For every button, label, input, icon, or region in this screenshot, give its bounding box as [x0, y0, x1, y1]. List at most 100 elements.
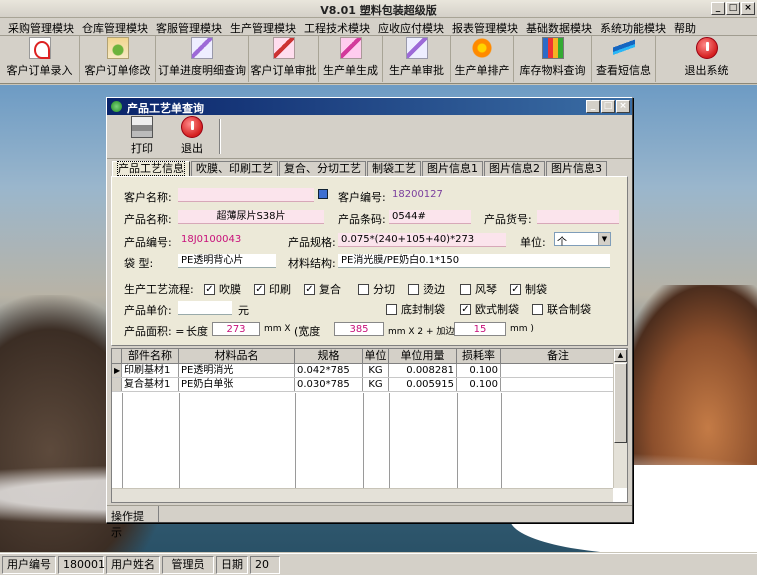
tab-product-process[interactable]: 产品工艺信息 — [112, 161, 190, 176]
tab-image-3[interactable]: 图片信息3 — [546, 161, 607, 176]
menu-reports[interactable]: 报表管理模块 — [448, 18, 522, 35]
cell-material[interactable]: PE奶白单张 — [179, 378, 295, 391]
view-messages-button[interactable]: 查看短信息 — [592, 36, 656, 82]
customer-order-entry-button[interactable]: 客户订单录入 — [0, 36, 80, 82]
minimize-button[interactable]: _ — [711, 2, 725, 15]
tool-label: 生产单排产 — [454, 64, 510, 77]
customer-order-edit-button[interactable]: 客户订单修改 — [80, 36, 156, 82]
work-order-approve-button[interactable]: 生产单审批 — [383, 36, 451, 82]
column-header[interactable]: 单位用量 — [389, 349, 457, 363]
child-close-button[interactable]: × — [616, 100, 630, 113]
order-progress-query-button[interactable]: 订单进度明细查询 — [156, 36, 249, 82]
process-edge-sealing-checkbox[interactable]: 烫边 — [408, 281, 445, 297]
checkbox-label: 吹膜 — [219, 283, 241, 296]
child-titlebar: 产品工艺单查询 _ □ × — [107, 98, 632, 115]
grid-vertical-scrollbar[interactable]: ▲ — [613, 349, 627, 488]
cell-unit[interactable]: KG — [363, 378, 389, 391]
cell-usage[interactable]: 0.008281 — [389, 364, 457, 377]
menu-receivables[interactable]: 应收应付模块 — [374, 18, 448, 35]
customer-name-field[interactable] — [178, 188, 314, 202]
combined-bag-checkbox[interactable]: 联合制袋 — [532, 301, 591, 317]
customer-order-approve-button[interactable]: 客户订单审批 — [249, 36, 319, 82]
column-header[interactable]: 规格 — [295, 349, 363, 363]
process-printing-checkbox[interactable]: ✓ 印刷 — [254, 281, 291, 297]
bottom-seal-bag-checkbox[interactable]: 底封制袋 — [386, 301, 445, 317]
tab-blowing-printing[interactable]: 吹膜、印刷工艺 — [191, 161, 278, 176]
child-title: 产品工艺单查询 — [127, 102, 204, 115]
unit-select[interactable]: 个 ▼ — [554, 232, 611, 248]
column-header[interactable]: 部件名称 — [122, 349, 179, 363]
child-minimize-button[interactable]: _ — [586, 100, 600, 113]
process-gusset-checkbox[interactable]: 风琴 — [460, 281, 497, 297]
column-header[interactable]: 损耗率 — [457, 349, 501, 363]
work-order-schedule-button[interactable]: 生产单排产 — [451, 36, 514, 82]
cell-usage[interactable]: 0.005915 — [389, 378, 457, 391]
tool-label: 客户订单录入 — [6, 64, 73, 77]
menu-system[interactable]: 系统功能模块 — [596, 18, 670, 35]
cell-unit[interactable]: KG — [363, 364, 389, 377]
cell-note[interactable] — [501, 378, 615, 391]
cell-material[interactable]: PE透明消光 — [179, 364, 295, 377]
maximize-button[interactable]: □ — [726, 2, 740, 15]
area-label: 产品面积: = — [124, 325, 185, 338]
process-bag-making-checkbox[interactable]: ✓ 制袋 — [510, 281, 547, 297]
child-maximize-button[interactable]: □ — [601, 100, 615, 113]
cell-part[interactable]: 复合基材1 — [122, 378, 179, 391]
width-field[interactable]: 385 — [334, 322, 384, 336]
tab-lamination-slitting[interactable]: 复合、分切工艺 — [279, 161, 366, 176]
bag-type-field[interactable]: PE透明背心片 — [178, 254, 276, 268]
width-label: (宽度 — [294, 325, 321, 338]
cell-loss[interactable]: 0.100 — [457, 364, 501, 377]
scroll-thumb[interactable] — [614, 363, 627, 443]
cell-spec[interactable]: 0.042*785 — [295, 364, 363, 377]
inventory-query-button[interactable]: 库存物料查询 — [514, 36, 592, 82]
work-order-generate-button[interactable]: 生产单生成 — [319, 36, 383, 82]
tab-image-1[interactable]: 图片信息1 — [422, 161, 483, 176]
grid-column-lines — [112, 393, 613, 502]
checkbox-label: 联合制袋 — [547, 303, 591, 316]
exit-button[interactable]: 退出 — [167, 115, 217, 158]
euro-bag-checkbox[interactable]: ✓ 欧式制袋 — [460, 301, 519, 317]
cell-note[interactable] — [501, 364, 615, 377]
process-lamination-checkbox[interactable]: ✓ 复合 — [304, 281, 341, 297]
goods-no-field[interactable] — [537, 210, 619, 224]
exit-system-button[interactable]: 退出系统 — [656, 36, 757, 82]
grid-line — [457, 393, 458, 502]
print-button[interactable]: 打印 — [117, 115, 167, 158]
menu-help[interactable]: 帮助 — [670, 18, 700, 35]
grid-line — [295, 393, 296, 502]
grid-horizontal-scrollbar[interactable] — [112, 488, 613, 502]
process-blowing-checkbox[interactable]: ✓ 吹膜 — [204, 281, 241, 297]
column-header[interactable]: 备注 — [501, 349, 615, 363]
customer-name-label: 客户名称: — [124, 191, 172, 204]
menu-warehouse[interactable]: 仓库管理模块 — [78, 18, 152, 35]
length-field[interactable]: 273 — [212, 322, 260, 336]
cell-part[interactable]: 印刷基材1 — [122, 364, 179, 377]
scroll-up-icon[interactable]: ▲ — [614, 349, 627, 362]
tool-label: 生产单审批 — [389, 64, 444, 77]
product-name-field[interactable]: 超薄尿片S38片 — [178, 210, 324, 224]
user-no-label: 用户编号 — [2, 555, 56, 574]
menu-production[interactable]: 生产管理模块 — [226, 18, 300, 35]
table-row[interactable]: 复合基材1 PE奶白单张 0.030*785 KG 0.005915 0.100 — [112, 378, 627, 392]
process-slitting-checkbox[interactable]: 分切 — [358, 281, 395, 297]
column-header[interactable]: 单位 — [363, 349, 389, 363]
customer-lookup-icon[interactable] — [318, 189, 328, 199]
menu-engineering[interactable]: 工程技术模块 — [300, 18, 374, 35]
table-row[interactable]: ▶ 印刷基材1 PE透明消光 0.042*785 KG 0.008281 0.1… — [112, 364, 627, 378]
tab-image-2[interactable]: 图片信息2 — [484, 161, 545, 176]
menu-basic-data[interactable]: 基础数据模块 — [522, 18, 596, 35]
menu-purchase[interactable]: 采购管理模块 — [4, 18, 78, 35]
close-button[interactable]: × — [741, 2, 755, 15]
cell-spec[interactable]: 0.030*785 — [295, 378, 363, 391]
cell-loss[interactable]: 0.100 — [457, 378, 501, 391]
menu-customer-service[interactable]: 客服管理模块 — [152, 18, 226, 35]
material-field[interactable]: PE消光膜/PE奶白0.1*150 — [338, 254, 610, 268]
edge-field[interactable]: 15 — [454, 322, 506, 336]
column-header[interactable]: 材料品名 — [179, 349, 295, 363]
price-field[interactable] — [178, 301, 232, 315]
spec-field[interactable]: 0.075*(240+105+40)*273 — [338, 233, 506, 247]
barcode-field[interactable]: 0544# — [389, 210, 471, 224]
unit-value: 个 — [557, 237, 567, 248]
tab-bag-making[interactable]: 制袋工艺 — [367, 161, 421, 176]
